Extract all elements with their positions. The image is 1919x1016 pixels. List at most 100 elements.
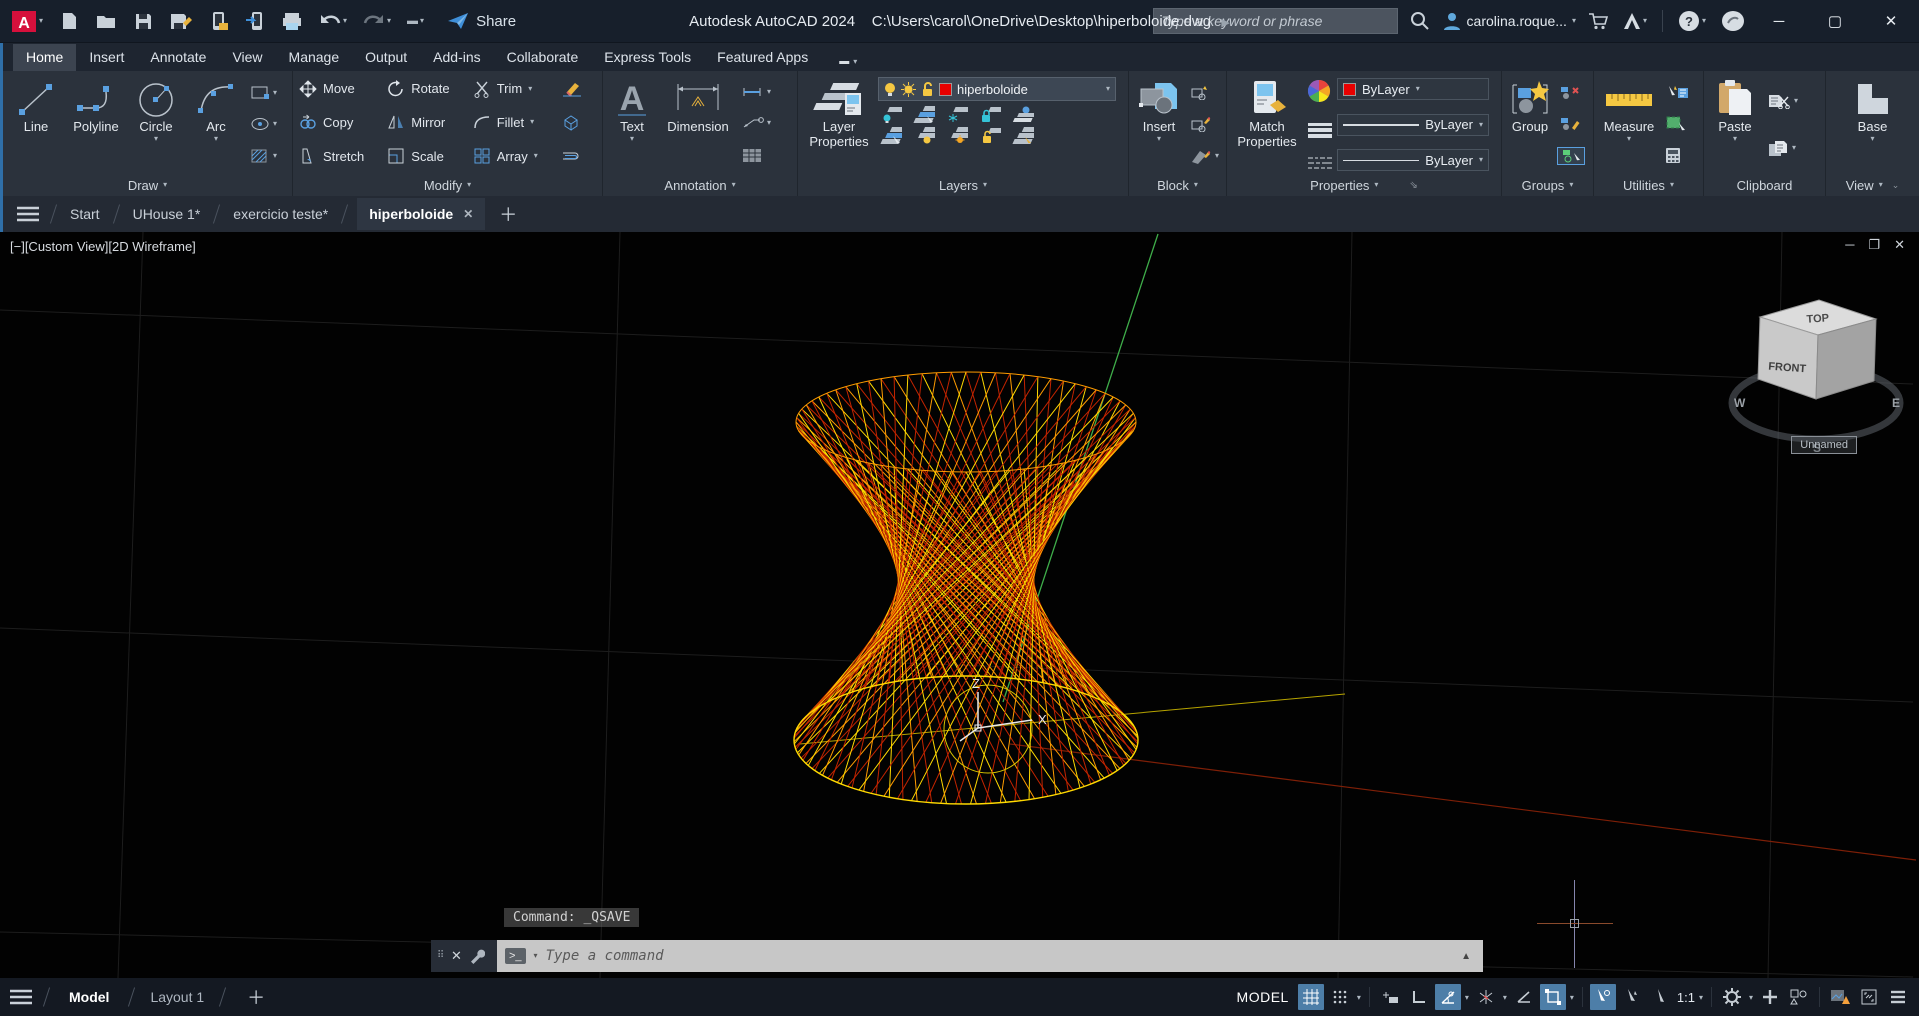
model-space-badge[interactable]: MODEL [1237,989,1289,1005]
layer-unlock-all-button[interactable] [977,127,1001,144]
file-tab-exercicio[interactable]: exercicio teste* [229,200,332,228]
ungroup-button[interactable] [1557,85,1585,101]
ribbon-display-toggle[interactable]: ▬▾ [831,52,865,71]
clean-screen-button[interactable] [1856,984,1882,1010]
scale-button[interactable]: Scale [387,140,462,172]
annotation-visibility-toggle[interactable] [1648,984,1674,1010]
tab-annotate[interactable]: Annotate [137,44,219,71]
polar-tracking-toggle[interactable] [1435,984,1461,1010]
viewport-minimize-icon[interactable]: ─ [1845,237,1854,253]
object-color-select[interactable]: ByLayer▾ [1337,78,1489,100]
workspace-caret-icon[interactable]: ▾ [1748,993,1754,1002]
view-panel-label[interactable]: View▾⌄ [1826,174,1919,196]
block-panel-label[interactable]: Block▾ [1129,174,1226,196]
erase-button[interactable] [561,73,596,105]
file-tab-hiperboloide[interactable]: hiperboloide ✕ [357,198,485,230]
utilities-panel-label[interactable]: Utilities▾ [1594,174,1703,196]
polyline-button[interactable]: Polyline [67,75,125,174]
snap-mode-toggle[interactable] [1327,984,1353,1010]
tab-addins[interactable]: Add-ins [420,44,493,71]
graphics-performance-button[interactable] [1827,984,1853,1010]
rectangle-button[interactable]: ▾ [248,84,279,102]
tab-express-tools[interactable]: Express Tools [591,44,704,71]
viewport-controls-label[interactable]: [−][Custom View][2D Wireframe] [10,239,196,254]
text-button[interactable]: A Text ▾ [607,75,657,174]
command-recent-caret-icon[interactable]: ▾ [534,952,538,960]
groups-panel-label[interactable]: Groups▾ [1502,174,1593,196]
leader-button[interactable]: ▾ [740,116,773,130]
mirror-button[interactable]: Mirror [387,107,462,139]
linetype-select[interactable]: ByLayer▾ [1337,149,1489,171]
linetype-icon[interactable] [1307,156,1333,170]
layout1-tab[interactable]: Layout 1 [144,983,210,1011]
trim-button[interactable]: Trim▾ [473,73,551,105]
new-file-button[interactable] [56,8,82,34]
object-snap-toggle[interactable] [1540,984,1566,1010]
customization-menu-icon[interactable] [1885,984,1911,1010]
ribbon-collapse-icon[interactable]: ⌄ [1892,180,1900,191]
model-tab[interactable]: Model [59,983,119,1011]
command-expand-icon[interactable]: ▲ [1461,951,1475,962]
tab-insert[interactable]: Insert [76,44,137,71]
layer-isolate-button[interactable] [911,106,935,123]
stretch-button[interactable]: Stretch [299,140,377,172]
layer-properties-button[interactable]: Layer Properties [802,75,876,174]
object-snap-caret-icon[interactable]: ▾ [1569,993,1575,1002]
feedback-icon[interactable] [1721,10,1745,32]
save-button[interactable] [130,8,156,34]
grid-display-toggle[interactable] [1298,984,1324,1010]
osnap-3d-caret-icon[interactable]: ▾ [1502,993,1508,1002]
viewcube-west[interactable]: W [1734,396,1746,410]
viewcube-ucs-badge[interactable]: Unnamed [1791,436,1857,454]
color-wheel-icon[interactable] [1307,79,1331,103]
layer-off-button[interactable] [878,106,902,123]
layer-thaw-all-button[interactable] [944,127,968,144]
ortho-mode-toggle[interactable] [1406,984,1432,1010]
group-edit-button[interactable] [1557,116,1585,132]
select-similar-button[interactable] [1663,114,1691,132]
file-tab-uhouse[interactable]: UHouse 1* [129,200,205,228]
measure-button[interactable]: Measure ▾ [1598,75,1660,174]
layer-lock-button[interactable] [977,106,1001,123]
snap-caret-icon[interactable]: ▾ [1356,993,1362,1002]
ellipse-button[interactable]: ▾ [248,116,279,132]
redo-button[interactable]: ▾ [360,10,394,32]
explode-button[interactable] [561,107,596,139]
layer-select[interactable]: hiperboloide ▾ [878,77,1116,101]
linear-dimension-button[interactable]: ▾ [740,85,773,99]
dimension-button[interactable]: Dimension [659,75,737,174]
layer-previous-button[interactable] [878,127,902,144]
search-icon[interactable] [1410,11,1430,31]
layer-turn-on-button[interactable] [911,127,935,144]
command-tools-wrench-icon[interactable] [469,948,485,964]
group-selection-toggle[interactable] [1557,147,1585,165]
snap-to-cursor-toggle[interactable] [1619,984,1645,1010]
maximize-button[interactable]: ▢ [1813,0,1857,42]
viewport-close-icon[interactable]: ✕ [1894,237,1905,253]
plot-button[interactable] [278,8,306,34]
new-drawing-tab-button[interactable]: ＋ [499,201,517,227]
osnap-3d-toggle[interactable] [1473,984,1499,1010]
array-button[interactable]: Array▾ [473,140,551,172]
command-input[interactable]: >_ ▾ Type a command ▲ [497,940,1483,972]
command-drag-handle[interactable]: ⠿ [437,954,444,958]
properties-dialog-launcher[interactable]: ⇘ [1409,180,1417,191]
share-button[interactable]: Share [447,12,516,30]
help-button[interactable]: ?▾ [1675,7,1709,35]
copy-clip-button[interactable]: ▾ [1765,139,1800,158]
annotation-scale-button[interactable]: 1:1▾ [1677,990,1704,1005]
workspace-switching-button[interactable] [1719,984,1745,1010]
file-tabs-menu-icon[interactable] [15,205,41,223]
edit-block-button[interactable] [1188,116,1221,133]
table-button[interactable] [740,147,773,164]
layer-match-button[interactable] [1010,106,1034,123]
sign-in-transfer-button[interactable] [242,7,268,35]
status-plus-button[interactable] [1757,984,1783,1010]
offset-button[interactable] [561,140,596,172]
tab-featured-apps[interactable]: Featured Apps [704,44,821,71]
dynamic-input-toggle[interactable] [1377,984,1403,1010]
copy-button[interactable]: Copy [299,107,377,139]
isodraft-toggle[interactable] [1511,984,1537,1010]
model-space-canvas[interactable] [0,232,1919,978]
drawing-viewport[interactable]: [−][Custom View][2D Wireframe] ─ ❐ ✕ TOP… [0,232,1919,978]
